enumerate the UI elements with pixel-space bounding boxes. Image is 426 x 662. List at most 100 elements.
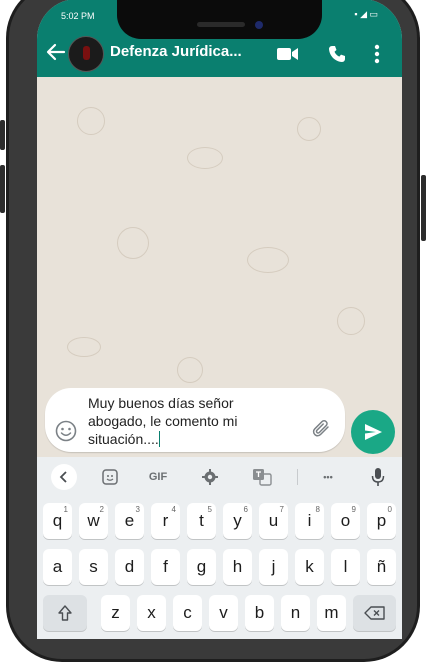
key-hint: 0 — [387, 505, 392, 514]
wallpaper-doodle — [117, 227, 149, 259]
wallpaper-doodle — [77, 107, 105, 135]
key-i[interactable]: i8 — [295, 503, 324, 539]
keyboard: GIF ••• q1 w2 e3 r4 t5 y6 u7 i8 o9 p0 a … — [37, 457, 402, 639]
key-label: w — [87, 511, 100, 530]
chevron-left-icon — [59, 471, 67, 483]
key-a[interactable]: a — [43, 549, 72, 585]
key-m[interactable]: m — [317, 595, 346, 631]
microphone-icon — [371, 468, 385, 486]
send-icon — [365, 424, 382, 440]
message-line-3: situación.... — [88, 431, 159, 447]
key-label: v — [219, 603, 228, 622]
key-r[interactable]: r4 — [151, 503, 180, 539]
back-arrow-icon[interactable] — [46, 43, 66, 61]
key-label: q — [52, 511, 63, 530]
key-o[interactable]: o9 — [331, 503, 360, 539]
key-h[interactable]: h — [223, 549, 252, 585]
key-g[interactable]: g — [187, 549, 216, 585]
collapse-toolbar-button[interactable] — [51, 464, 77, 490]
message-line-1: Muy buenos días señor — [88, 395, 234, 411]
key-b[interactable]: b — [245, 595, 274, 631]
wallpaper-doodle — [177, 357, 203, 383]
attach-icon[interactable] — [311, 418, 333, 440]
backspace-icon — [363, 606, 385, 620]
more-tools-button[interactable]: ••• — [315, 464, 341, 490]
key-label: ñ — [376, 557, 387, 576]
key-n[interactable]: n — [281, 595, 310, 631]
key-j[interactable]: j — [259, 549, 288, 585]
key-u[interactable]: u7 — [259, 503, 288, 539]
gif-button[interactable]: GIF — [143, 464, 173, 490]
key-e[interactable]: e3 — [115, 503, 144, 539]
key-label: h — [232, 557, 243, 576]
translate-button[interactable] — [249, 464, 275, 490]
message-line-2: abogado, le comento mi — [88, 413, 238, 429]
key-n-tilde[interactable]: ñ — [367, 549, 396, 585]
key-v[interactable]: v — [209, 595, 238, 631]
gear-icon — [202, 469, 218, 485]
avatar-image — [83, 46, 90, 60]
wallpaper-doodle — [297, 117, 321, 141]
key-t[interactable]: t5 — [187, 503, 216, 539]
key-hint: 8 — [315, 505, 320, 514]
video-call-icon[interactable] — [277, 47, 299, 61]
key-hint: 3 — [135, 505, 140, 514]
key-hint: 4 — [171, 505, 176, 514]
key-k[interactable]: k — [295, 549, 324, 585]
key-label: k — [305, 557, 314, 576]
status-icons: ▪ ◢ ▭ — [354, 9, 378, 19]
key-label: j — [271, 557, 276, 576]
power-button — [421, 175, 426, 241]
key-label: n — [290, 603, 301, 622]
key-hint: 7 — [279, 505, 284, 514]
key-y[interactable]: y6 — [223, 503, 252, 539]
contact-name[interactable]: Defenza Jurídica... — [110, 43, 242, 60]
key-p[interactable]: p0 — [367, 503, 396, 539]
wallpaper-doodle — [337, 307, 365, 335]
phone-screen: 5:02 PM ▪ ◢ ▭ Defenza Jurídica... Muy bu… — [37, 0, 402, 639]
message-input[interactable]: Muy buenos días señor abogado, le comento… — [88, 394, 308, 448]
message-composer[interactable]: Muy buenos días señor abogado, le comento… — [45, 388, 345, 452]
sticker-button[interactable] — [97, 464, 123, 490]
key-c[interactable]: c — [173, 595, 202, 631]
voice-input-button[interactable] — [367, 464, 389, 490]
contact-avatar[interactable] — [68, 36, 104, 72]
key-l[interactable]: l — [331, 549, 360, 585]
key-label: x — [147, 603, 156, 622]
key-hint: 5 — [207, 505, 212, 514]
key-hint: 6 — [243, 505, 248, 514]
key-label: s — [89, 557, 98, 576]
key-d[interactable]: d — [115, 549, 144, 585]
key-s[interactable]: s — [79, 549, 108, 585]
key-label: t — [199, 511, 204, 530]
key-label: i — [307, 511, 312, 530]
shift-key[interactable] — [43, 595, 87, 631]
key-f[interactable]: f — [151, 549, 180, 585]
key-hint: 1 — [63, 505, 68, 514]
notch — [117, 0, 322, 39]
key-label: a — [52, 557, 63, 576]
keyboard-settings-button[interactable] — [197, 464, 223, 490]
key-label: d — [124, 557, 135, 576]
key-hint: 2 — [99, 505, 104, 514]
voice-call-icon[interactable] — [328, 45, 346, 63]
wallpaper-doodle — [187, 147, 223, 169]
send-button[interactable] — [351, 410, 395, 454]
volume-button — [0, 120, 5, 150]
key-w[interactable]: w2 — [79, 503, 108, 539]
key-q[interactable]: q1 — [43, 503, 72, 539]
backspace-key[interactable] — [353, 595, 396, 631]
wallpaper-doodle — [247, 247, 289, 273]
toolbar-divider — [297, 469, 298, 485]
more-options-icon[interactable] — [374, 44, 380, 64]
key-z[interactable]: z — [101, 595, 130, 631]
key-label: e — [124, 511, 135, 530]
key-label: b — [254, 603, 265, 622]
key-label: z — [111, 603, 120, 622]
key-label: r — [162, 511, 169, 530]
emoji-icon[interactable] — [55, 420, 77, 442]
speaker — [197, 22, 245, 27]
key-x[interactable]: x — [137, 595, 166, 631]
key-label: f — [163, 557, 168, 576]
key-label: m — [324, 603, 339, 622]
